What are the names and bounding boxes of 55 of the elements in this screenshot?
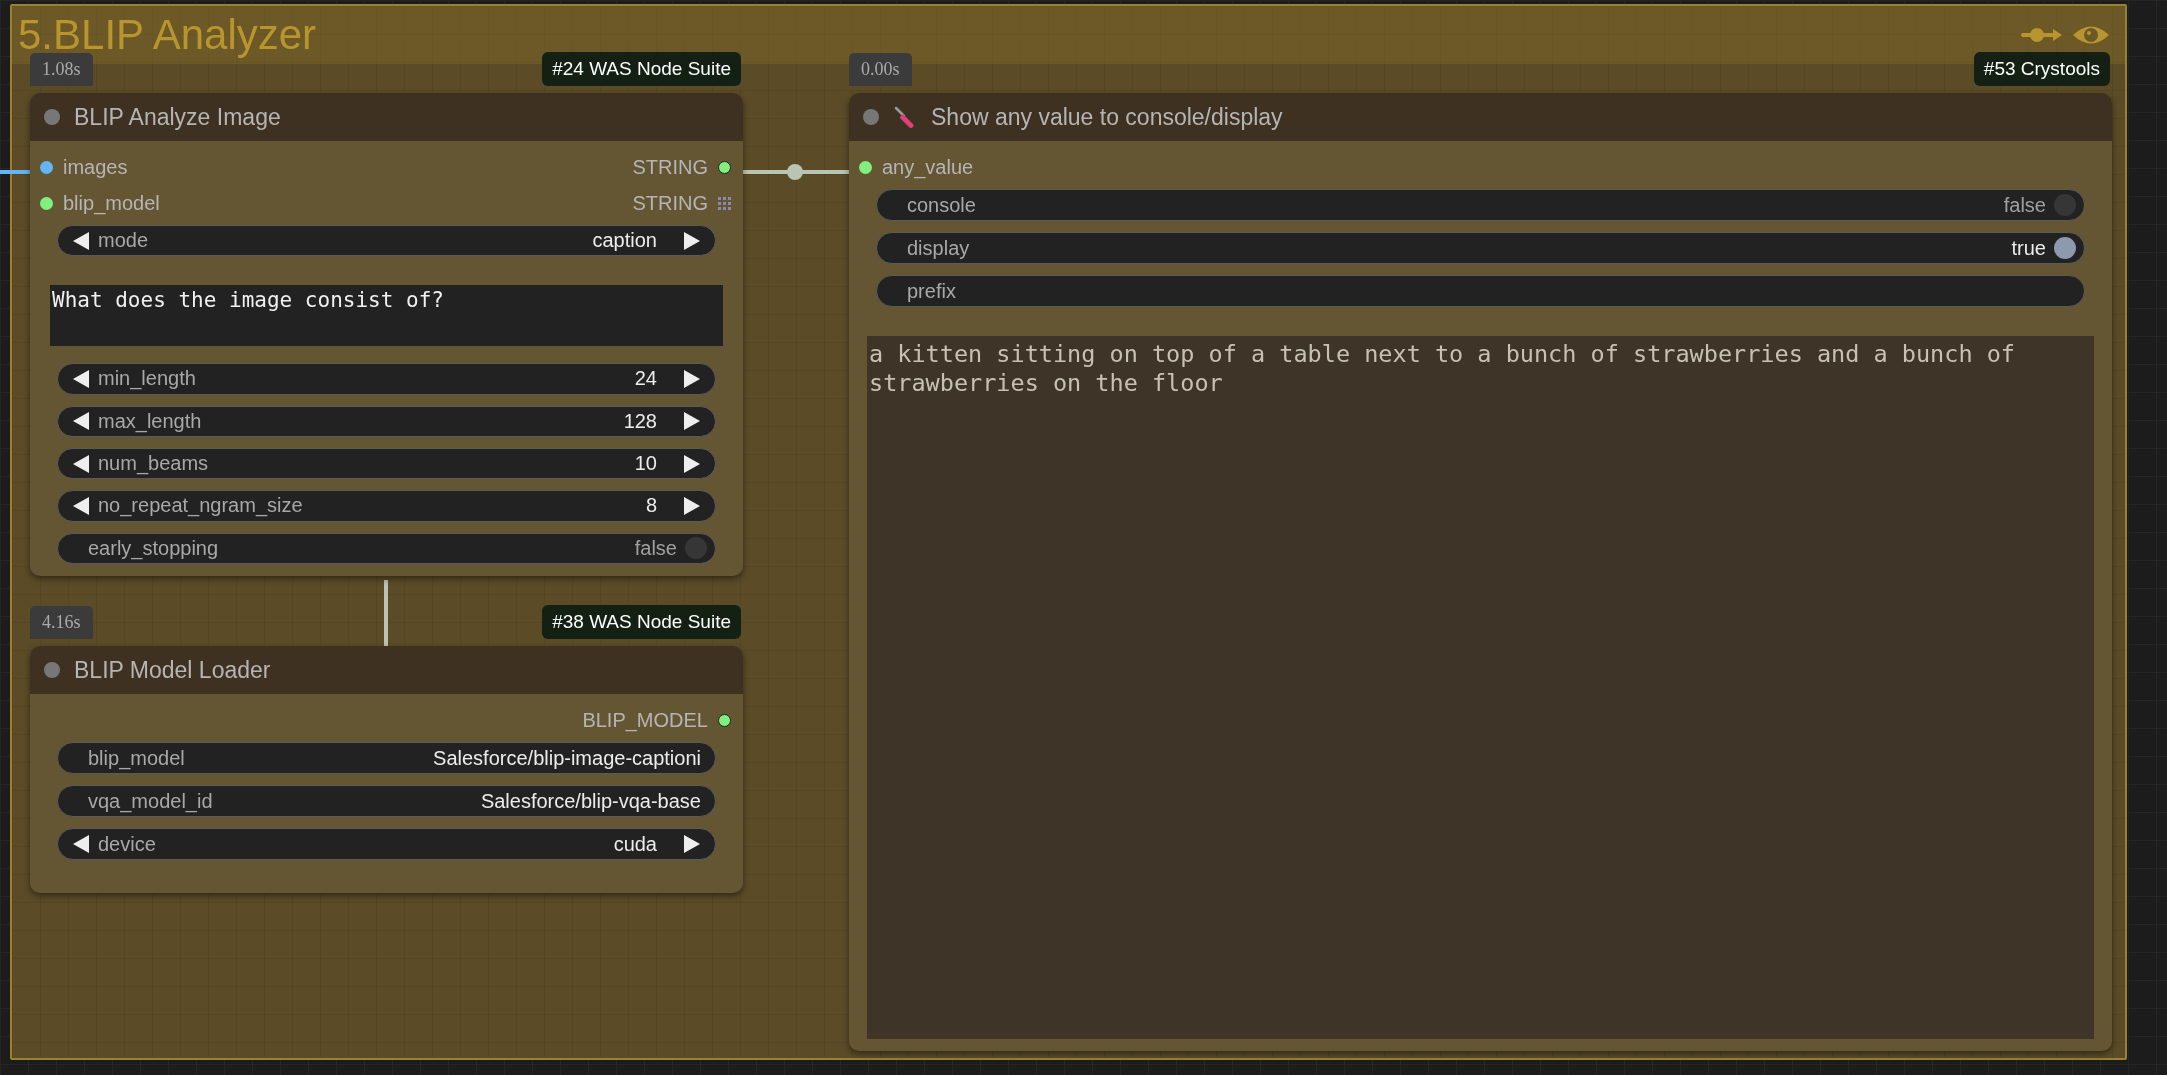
input-slot-dot[interactable] — [40, 196, 53, 210]
node-source-badge: #24 WAS Node Suite — [542, 52, 741, 86]
node-title: Show any value to console/display — [931, 103, 1283, 131]
text-widget[interactable]: blip_model Salesforce/blip-image-captioni — [57, 742, 716, 774]
toggle-knob[interactable] — [2054, 237, 2076, 259]
input-slot-label: images — [63, 155, 128, 179]
output-slot-dot[interactable] — [718, 160, 731, 174]
output-slot-label: STRING — [632, 155, 708, 179]
execution-time-badge: 0.00s — [849, 53, 912, 86]
prompt-textarea[interactable]: What does the image consist of? — [50, 285, 723, 347]
decrement-arrow-icon[interactable] — [72, 453, 90, 474]
increment-arrow-icon[interactable] — [683, 411, 701, 432]
execution-time-badge: 1.08s — [30, 53, 93, 86]
increment-arrow-icon[interactable] — [683, 368, 701, 389]
output-slot-label: STRING — [632, 191, 708, 215]
number-widget[interactable]: no_repeat_ngram_size 8 — [57, 490, 716, 522]
toggle-knob[interactable] — [685, 537, 707, 560]
decrement-arrow-icon[interactable] — [72, 368, 90, 389]
toggle-widget[interactable]: console false — [876, 189, 2085, 221]
input-slot-label: any_value — [882, 155, 974, 179]
decrement-arrow-icon[interactable] — [72, 495, 90, 516]
group-title: 5.BLIP Analyzer — [18, 14, 317, 56]
text-widget[interactable]: prefix — [876, 275, 2085, 307]
toggle-knob[interactable] — [2054, 194, 2076, 216]
increment-arrow-icon[interactable] — [683, 834, 701, 854]
collapse-dot-icon[interactable] — [863, 109, 879, 125]
input-slot-dot[interactable] — [40, 160, 53, 174]
increment-arrow-icon[interactable] — [683, 453, 701, 474]
number-widget[interactable]: max_length 128 — [57, 405, 716, 437]
input-slot-dot[interactable] — [859, 160, 872, 174]
output-slot-dot[interactable] — [718, 713, 731, 727]
number-widget[interactable]: num_beams 10 — [57, 447, 716, 480]
number-widget[interactable]: min_length 24 — [57, 363, 716, 395]
node-source-badge: #38 WAS Node Suite — [542, 605, 741, 639]
link-icon[interactable] — [2021, 25, 2063, 45]
toggle-widget[interactable]: early_stopping false — [57, 532, 716, 564]
decrement-arrow-icon[interactable] — [72, 230, 90, 251]
input-slot-label: blip_model — [63, 191, 160, 215]
output-slot-label: BLIP_MODEL — [582, 708, 708, 732]
increment-arrow-icon[interactable] — [683, 495, 701, 516]
output-textarea[interactable]: a kitten sitting on top of a table next to a bunch of strawberries and a bunch of strawberries on the floor — [867, 336, 2094, 1039]
node-title: BLIP Model Loader — [74, 656, 271, 684]
model-link-wire — [384, 580, 388, 648]
execution-time-badge: 4.16s — [30, 606, 93, 639]
node-title: BLIP Analyze Image — [74, 103, 281, 131]
increment-arrow-icon[interactable] — [683, 230, 701, 251]
node-source-badge: #53 Crystools — [1973, 52, 2110, 86]
decrement-arrow-icon[interactable] — [72, 834, 90, 854]
toggle-widget[interactable]: display true — [876, 232, 2085, 264]
number-widget[interactable]: mode caption — [57, 225, 716, 257]
number-widget[interactable]: device cuda — [57, 828, 716, 860]
collapse-dot-icon[interactable] — [44, 109, 60, 125]
decrement-arrow-icon[interactable] — [72, 411, 90, 432]
collapse-dot-icon[interactable] — [44, 662, 60, 678]
text-widget[interactable]: vqa_model_id Salesforce/blip-vqa-base — [57, 785, 716, 817]
